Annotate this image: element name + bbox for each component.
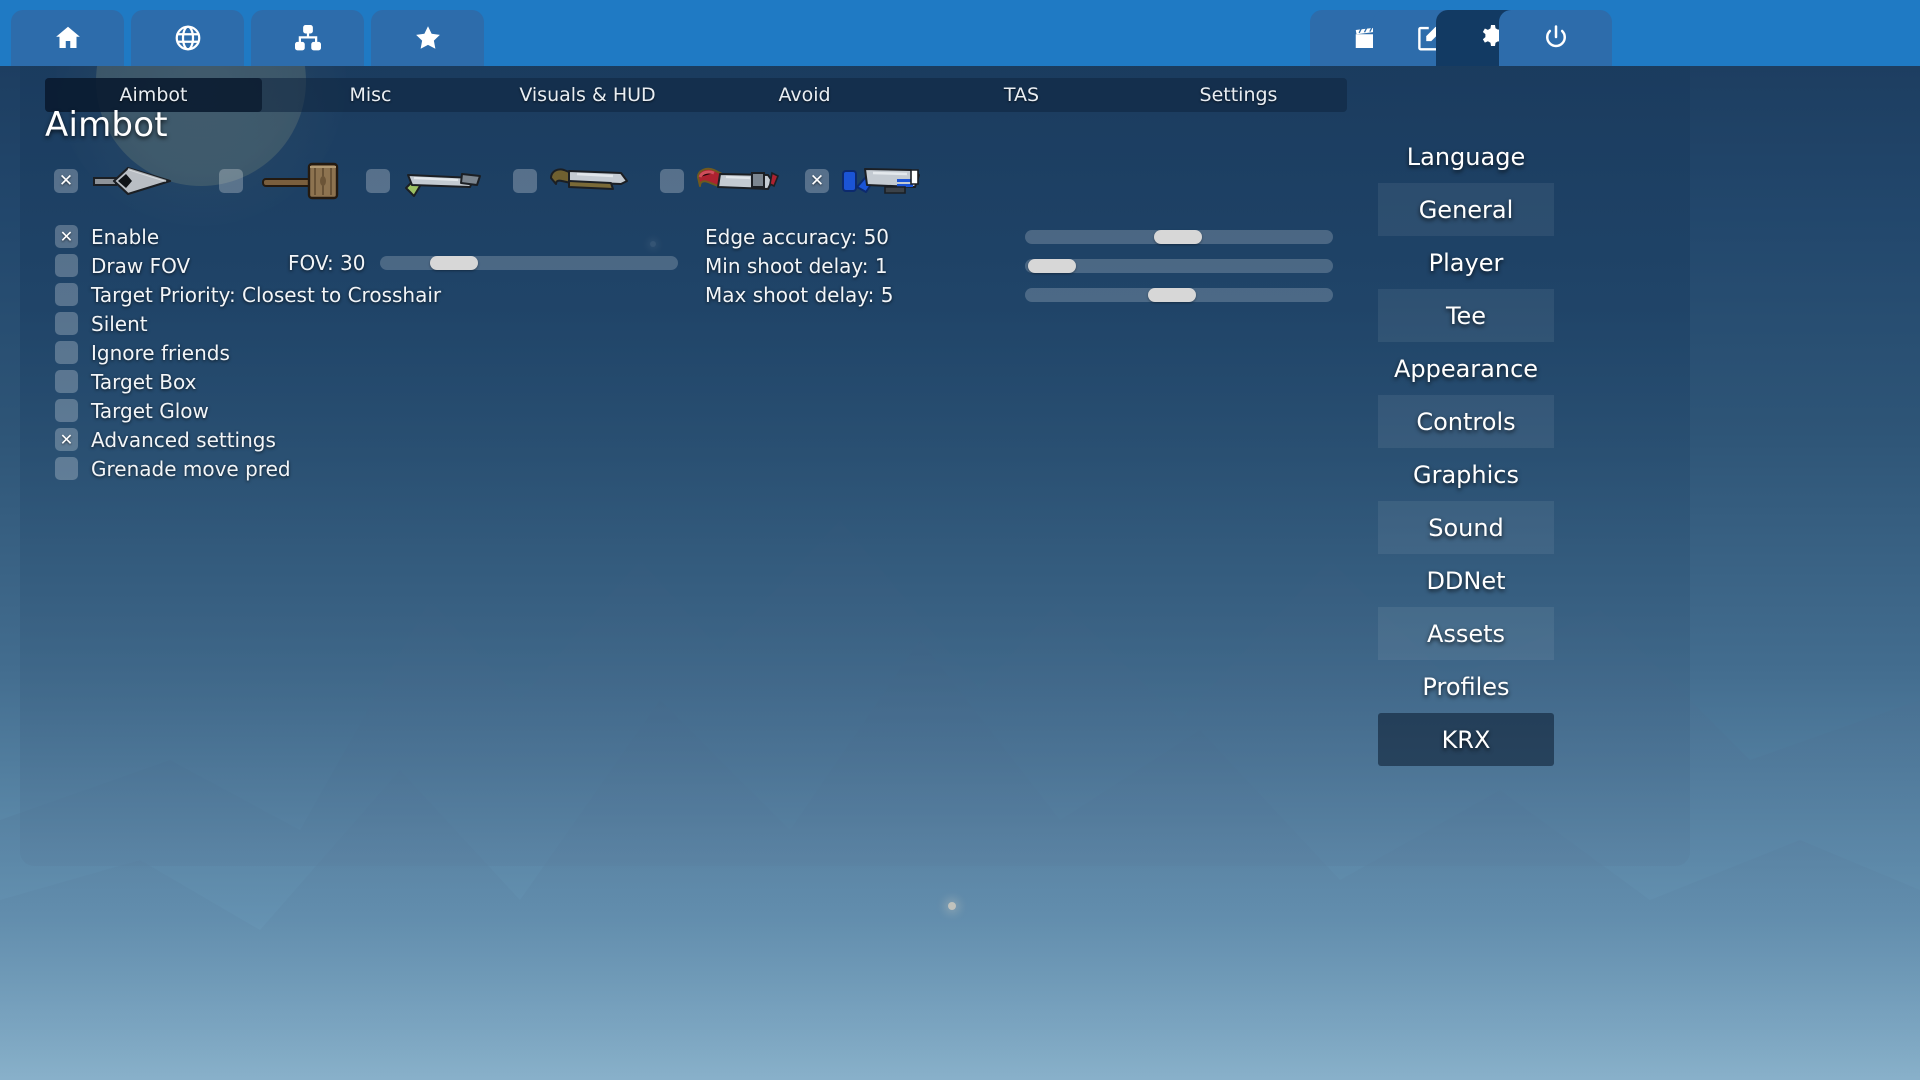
tab-settings-sub[interactable]: Settings bbox=[1130, 78, 1347, 112]
slider-label-min-shoot-delay: Min shoot delay: 1 bbox=[705, 254, 888, 278]
checkbox-target-glow[interactable] bbox=[55, 399, 78, 422]
min-shoot-delay-slider[interactable] bbox=[1025, 259, 1333, 273]
weapon-slot-shotgun bbox=[513, 160, 639, 202]
weapon-slot-laser: ✕ bbox=[805, 160, 931, 202]
option-label-draw-fov: Draw FOV bbox=[91, 254, 190, 278]
mallet-weapon-icon bbox=[253, 161, 345, 201]
weapon-slot-hammer: ✕ bbox=[54, 160, 180, 202]
weapon-checkbox-shotgun[interactable] bbox=[513, 169, 537, 193]
sidebar-item-tee[interactable]: Tee bbox=[1378, 289, 1554, 342]
option-row-target-box: Target Box bbox=[55, 367, 675, 396]
tab-quit[interactable] bbox=[1499, 10, 1612, 66]
pistol-weapon-icon bbox=[400, 161, 492, 201]
sidebar-item-language[interactable]: Language bbox=[1378, 130, 1554, 183]
sidebar-item-general[interactable]: General bbox=[1378, 183, 1554, 236]
weapon-checkbox-grenade[interactable] bbox=[660, 169, 684, 193]
weapon-slot-mallet bbox=[219, 160, 345, 202]
sidebar-item-profiles[interactable]: Profiles bbox=[1378, 660, 1554, 713]
option-row-enable: ✕ Enable bbox=[55, 222, 675, 251]
home-icon bbox=[53, 23, 83, 53]
edge-accuracy-slider-knob[interactable] bbox=[1154, 230, 1202, 244]
slider-row-max-shoot-delay: Max shoot delay: 5 bbox=[705, 280, 1345, 309]
fov-slider-group: FOV: 30 bbox=[288, 248, 688, 278]
min-shoot-delay-slider-knob[interactable] bbox=[1028, 259, 1076, 273]
tab-avoid[interactable]: Avoid bbox=[696, 78, 913, 112]
checkbox-advanced-settings[interactable]: ✕ bbox=[55, 428, 78, 451]
weapon-slot-grenade bbox=[660, 160, 786, 202]
slider-row-edge-accuracy: Edge accuracy: 50 bbox=[705, 222, 1345, 251]
sidebar-item-ddnet[interactable]: DDNet bbox=[1378, 554, 1554, 607]
tab-visuals[interactable]: Visuals & HUD bbox=[479, 78, 696, 112]
option-label-grenade-move-pred: Grenade move pred bbox=[91, 457, 291, 481]
option-row-ignore-friends: Ignore friends bbox=[55, 338, 675, 367]
max-shoot-delay-slider-knob[interactable] bbox=[1148, 288, 1196, 302]
sidebar-item-appearance[interactable]: Appearance bbox=[1378, 342, 1554, 395]
tab-home[interactable] bbox=[11, 10, 124, 66]
option-label-silent: Silent bbox=[91, 312, 148, 336]
check-mark: ✕ bbox=[60, 432, 73, 448]
weapon-checkbox-pistol[interactable] bbox=[366, 169, 390, 193]
power-icon bbox=[1541, 23, 1571, 53]
option-row-grenade-move-pred: Grenade move pred bbox=[55, 454, 675, 483]
top-toolbar bbox=[0, 0, 1920, 66]
laser-weapon-icon bbox=[839, 161, 931, 201]
checkbox-enable[interactable]: ✕ bbox=[55, 225, 78, 248]
slider-label-max-shoot-delay: Max shoot delay: 5 bbox=[705, 283, 894, 307]
sidebar-item-controls[interactable]: Controls bbox=[1378, 395, 1554, 448]
slider-row-min-shoot-delay: Min shoot delay: 1 bbox=[705, 251, 1345, 280]
sidebar-item-assets[interactable]: Assets bbox=[1378, 607, 1554, 660]
weapon-checkbox-mallet[interactable] bbox=[219, 169, 243, 193]
page-title: Aimbot bbox=[45, 105, 168, 145]
option-row-target-glow: Target Glow bbox=[55, 396, 675, 425]
settings-sidebar: Language General Player Tee Appearance C… bbox=[1378, 130, 1554, 766]
tab-internet[interactable] bbox=[131, 10, 244, 66]
cheat-category-tabs: Aimbot Misc Visuals & HUD Avoid TAS Sett… bbox=[45, 78, 1347, 112]
checkbox-silent[interactable] bbox=[55, 312, 78, 335]
weapon-checkbox-laser[interactable]: ✕ bbox=[805, 169, 829, 193]
checkbox-grenade-move-pred[interactable] bbox=[55, 457, 78, 480]
option-label-target-glow: Target Glow bbox=[91, 399, 209, 423]
fov-slider-knob[interactable] bbox=[430, 256, 478, 270]
option-label-target-priority: Target Priority: Closest to Crosshair bbox=[91, 283, 441, 307]
option-label-advanced-settings: Advanced settings bbox=[91, 428, 276, 452]
weapon-slot-pistol bbox=[366, 160, 492, 202]
fov-slider-label: FOV: 30 bbox=[288, 251, 366, 275]
hammer-weapon-icon bbox=[88, 161, 180, 201]
star-icon bbox=[413, 23, 443, 53]
sidebar-item-krx[interactable]: KRX bbox=[1378, 713, 1554, 766]
grenade-weapon-icon bbox=[694, 161, 786, 201]
fov-slider[interactable] bbox=[380, 256, 678, 270]
network-icon bbox=[293, 23, 323, 53]
globe-icon bbox=[173, 23, 203, 53]
tab-favorites[interactable] bbox=[371, 10, 484, 66]
option-label-ignore-friends: Ignore friends bbox=[91, 341, 230, 365]
checkbox-target-priority[interactable] bbox=[55, 283, 78, 306]
max-shoot-delay-slider[interactable] bbox=[1025, 288, 1333, 302]
tab-tas[interactable]: TAS bbox=[913, 78, 1130, 112]
option-row-advanced-settings: ✕ Advanced settings bbox=[55, 425, 675, 454]
checkbox-target-box[interactable] bbox=[55, 370, 78, 393]
option-label-target-box: Target Box bbox=[91, 370, 196, 394]
edge-accuracy-slider[interactable] bbox=[1025, 230, 1333, 244]
check-mark: ✕ bbox=[59, 173, 73, 190]
weapon-checkbox-hammer[interactable]: ✕ bbox=[54, 169, 78, 193]
weapon-toggle-row: ✕ bbox=[54, 160, 954, 202]
option-row-target-priority: Target Priority: Closest to Crosshair bbox=[55, 280, 675, 309]
sidebar-item-sound[interactable]: Sound bbox=[1378, 501, 1554, 554]
shotgun-weapon-icon bbox=[547, 161, 639, 201]
checkbox-draw-fov[interactable] bbox=[55, 254, 78, 277]
star-particle bbox=[948, 902, 956, 910]
sidebar-item-player[interactable]: Player bbox=[1378, 236, 1554, 289]
tab-misc[interactable]: Misc bbox=[262, 78, 479, 112]
slider-label-edge-accuracy: Edge accuracy: 50 bbox=[705, 225, 889, 249]
check-mark: ✕ bbox=[810, 173, 824, 190]
check-mark: ✕ bbox=[60, 229, 73, 245]
option-label-enable: Enable bbox=[91, 225, 159, 249]
checkbox-ignore-friends[interactable] bbox=[55, 341, 78, 364]
aimbot-sliders: Edge accuracy: 50 Min shoot delay: 1 Max… bbox=[705, 222, 1345, 309]
sidebar-item-graphics[interactable]: Graphics bbox=[1378, 448, 1554, 501]
option-row-silent: Silent bbox=[55, 309, 675, 338]
tab-lan[interactable] bbox=[251, 10, 364, 66]
